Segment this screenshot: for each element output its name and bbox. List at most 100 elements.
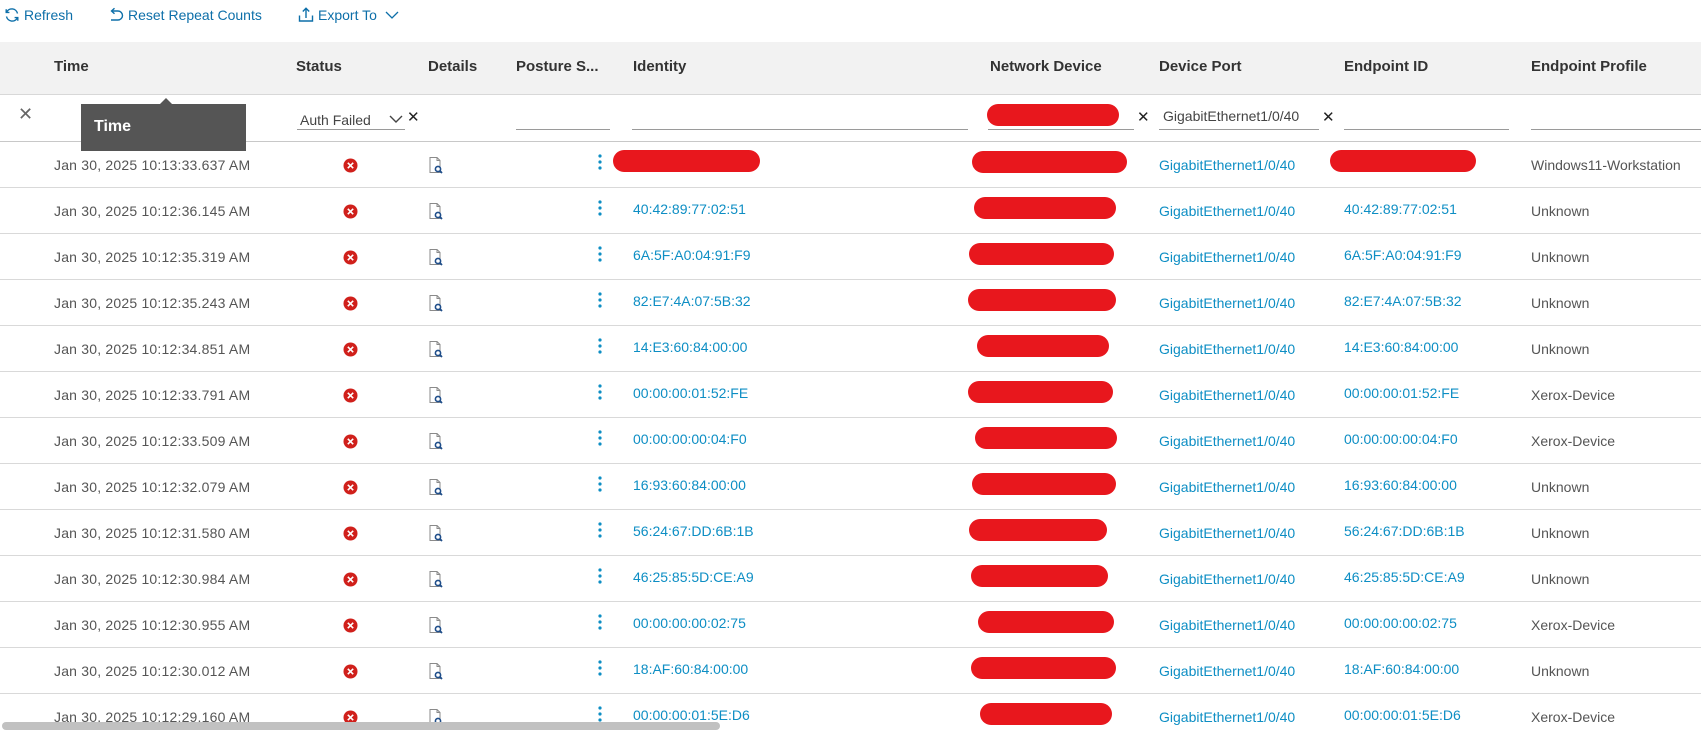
endpoint-id-link[interactable]: 16:93:60:84:00:00: [1344, 477, 1457, 493]
device-port-link[interactable]: GigabitEthernet1/0/40: [1159, 617, 1295, 633]
details-icon[interactable]: [429, 525, 443, 542]
network-device-filter-input[interactable]: [988, 129, 1134, 130]
identity-link[interactable]: 16:93:60:84:00:00: [633, 477, 746, 493]
column-header-posture-status[interactable]: Posture S...: [516, 58, 599, 75]
table-row[interactable]: Jan 30, 2025 10:12:30.955 AM 00:00:00:00:…: [0, 602, 1701, 648]
chevron-down-icon[interactable]: [389, 114, 403, 124]
column-header-device-port[interactable]: Device Port: [1159, 58, 1242, 75]
endpoint-id-link[interactable]: 00:00:00:01:52:FE: [1344, 385, 1459, 401]
device-port-link[interactable]: GigabitEthernet1/0/40: [1159, 663, 1295, 679]
more-actions-icon[interactable]: [597, 153, 603, 171]
column-header-network-device[interactable]: Network Device: [990, 58, 1102, 75]
device-port-link[interactable]: GigabitEthernet1/0/40: [1159, 387, 1295, 403]
table-row[interactable]: Jan 30, 2025 10:13:33.637 AM GigabitEther…: [0, 142, 1701, 188]
device-port-link[interactable]: GigabitEthernet1/0/40: [1159, 571, 1295, 587]
identity-link[interactable]: 46:25:85:5D:CE:A9: [633, 569, 754, 585]
endpoint-id-link[interactable]: 18:AF:60:84:00:00: [1344, 661, 1459, 677]
device-port-link[interactable]: GigabitEthernet1/0/40: [1159, 479, 1295, 495]
refresh-button[interactable]: Refresh: [4, 6, 73, 24]
endpoint-id-link[interactable]: 46:25:85:5D:CE:A9: [1344, 569, 1465, 585]
device-port-link[interactable]: GigabitEthernet1/0/40: [1159, 203, 1295, 219]
table-row[interactable]: Jan 30, 2025 10:12:30.012 AM 18:AF:60:84:…: [0, 648, 1701, 694]
clear-device-port-filter-icon[interactable]: ✕: [1322, 110, 1335, 126]
device-port-link[interactable]: GigabitEthernet1/0/40: [1159, 433, 1295, 449]
clear-all-filters-icon[interactable]: ✕: [18, 105, 33, 123]
table-row[interactable]: Jan 30, 2025 10:12:35.243 AM 82:E7:4A:07:…: [0, 280, 1701, 326]
device-port-link[interactable]: GigabitEthernet1/0/40: [1159, 249, 1295, 265]
column-header-identity[interactable]: Identity: [633, 58, 686, 75]
device-port-link[interactable]: GigabitEthernet1/0/40: [1159, 709, 1295, 725]
more-actions-icon[interactable]: [597, 567, 603, 585]
details-icon[interactable]: [429, 341, 443, 358]
table-row[interactable]: Jan 30, 2025 10:12:36.145 AM 40:42:89:77:…: [0, 188, 1701, 234]
details-icon[interactable]: [429, 157, 443, 174]
details-icon[interactable]: [429, 617, 443, 634]
endpoint-profile-cell: Unknown: [1531, 295, 1590, 311]
details-icon[interactable]: [429, 295, 443, 312]
reset-repeat-counts-button[interactable]: Reset Repeat Counts: [107, 6, 262, 24]
more-actions-icon[interactable]: [597, 337, 603, 355]
more-actions-icon[interactable]: [597, 521, 603, 539]
details-icon[interactable]: [429, 203, 443, 220]
details-icon[interactable]: [429, 249, 443, 266]
table-row[interactable]: Jan 30, 2025 10:12:30.984 AM 46:25:85:5D:…: [0, 556, 1701, 602]
details-icon[interactable]: [429, 663, 443, 680]
table-row[interactable]: Jan 30, 2025 10:12:31.580 AM 56:24:67:DD:…: [0, 510, 1701, 556]
device-port-link[interactable]: GigabitEthernet1/0/40: [1159, 341, 1295, 357]
identity-link[interactable]: 14:E3:60:84:00:00: [633, 339, 747, 355]
column-header-endpoint-profile[interactable]: Endpoint Profile: [1531, 58, 1647, 75]
table-row[interactable]: Jan 30, 2025 10:12:34.851 AM 14:E3:60:84:…: [0, 326, 1701, 372]
column-header-details[interactable]: Details: [428, 58, 477, 75]
device-port-link[interactable]: GigabitEthernet1/0/40: [1159, 525, 1295, 541]
more-actions-icon[interactable]: [597, 429, 603, 447]
more-actions-icon[interactable]: [597, 199, 603, 217]
endpoint-id-link[interactable]: 6A:5F:A0:04:91:F9: [1344, 247, 1462, 263]
endpoint-id-filter-input[interactable]: [1344, 129, 1509, 130]
identity-link[interactable]: 18:AF:60:84:00:00: [633, 661, 748, 677]
details-icon[interactable]: [429, 571, 443, 588]
column-header-time[interactable]: Time: [54, 58, 89, 75]
identity-link[interactable]: 00:00:00:01:5E:D6: [633, 707, 750, 723]
details-icon[interactable]: [429, 433, 443, 450]
endpoint-id-link[interactable]: 14:E3:60:84:00:00: [1344, 339, 1458, 355]
export-to-button[interactable]: Export To: [298, 6, 400, 24]
clear-network-device-filter-icon[interactable]: ✕: [1137, 110, 1150, 126]
identity-link[interactable]: 00:00:00:01:52:FE: [633, 385, 748, 401]
identity-link[interactable]: 40:42:89:77:02:51: [633, 201, 746, 217]
status-filter-select[interactable]: [297, 129, 405, 130]
endpoint-id-link[interactable]: 40:42:89:77:02:51: [1344, 201, 1457, 217]
more-actions-icon[interactable]: [597, 291, 603, 309]
table-row[interactable]: Jan 30, 2025 10:12:33.791 AM 00:00:00:01:…: [0, 372, 1701, 418]
table-row[interactable]: Jan 30, 2025 10:12:32.079 AM 16:93:60:84:…: [0, 464, 1701, 510]
details-icon[interactable]: [429, 387, 443, 404]
endpoint-id-link[interactable]: 82:E7:4A:07:5B:32: [1344, 293, 1462, 309]
endpoint-id-link[interactable]: 00:00:00:01:5E:D6: [1344, 707, 1461, 723]
table-row[interactable]: Jan 30, 2025 10:12:33.509 AM 00:00:00:00:…: [0, 418, 1701, 464]
details-icon[interactable]: [429, 479, 443, 496]
endpoint-id-link[interactable]: 56:24:67:DD:6B:1B: [1344, 523, 1465, 539]
table-row[interactable]: Jan 30, 2025 10:12:35.319 AM 6A:5F:A0:04:…: [0, 234, 1701, 280]
identity-link[interactable]: 82:E7:4A:07:5B:32: [633, 293, 751, 309]
endpoint-id-link[interactable]: 00:00:00:00:02:75: [1344, 615, 1457, 631]
more-actions-icon[interactable]: [597, 383, 603, 401]
horizontal-scrollbar[interactable]: [2, 722, 720, 730]
column-header-endpoint-id[interactable]: Endpoint ID: [1344, 58, 1428, 75]
identity-link[interactable]: 00:00:00:00:02:75: [633, 615, 746, 631]
device-port-filter-input[interactable]: [1159, 129, 1319, 130]
more-actions-icon[interactable]: [597, 705, 603, 723]
column-header-status[interactable]: Status: [296, 58, 342, 75]
more-actions-icon[interactable]: [597, 245, 603, 263]
more-actions-icon[interactable]: [597, 475, 603, 493]
endpoint-profile-filter-input[interactable]: [1531, 129, 1701, 130]
device-port-link[interactable]: GigabitEthernet1/0/40: [1159, 295, 1295, 311]
more-actions-icon[interactable]: [597, 613, 603, 631]
device-port-link[interactable]: GigabitEthernet1/0/40: [1159, 157, 1295, 173]
posture-filter-input[interactable]: [516, 129, 610, 130]
more-actions-icon[interactable]: [597, 659, 603, 677]
identity-link[interactable]: 00:00:00:00:04:F0: [633, 431, 747, 447]
identity-link[interactable]: 6A:5F:A0:04:91:F9: [633, 247, 751, 263]
identity-filter-input[interactable]: [632, 129, 968, 130]
identity-link[interactable]: 56:24:67:DD:6B:1B: [633, 523, 754, 539]
clear-status-filter-icon[interactable]: ✕: [407, 110, 420, 126]
endpoint-id-link[interactable]: 00:00:00:00:04:F0: [1344, 431, 1458, 447]
